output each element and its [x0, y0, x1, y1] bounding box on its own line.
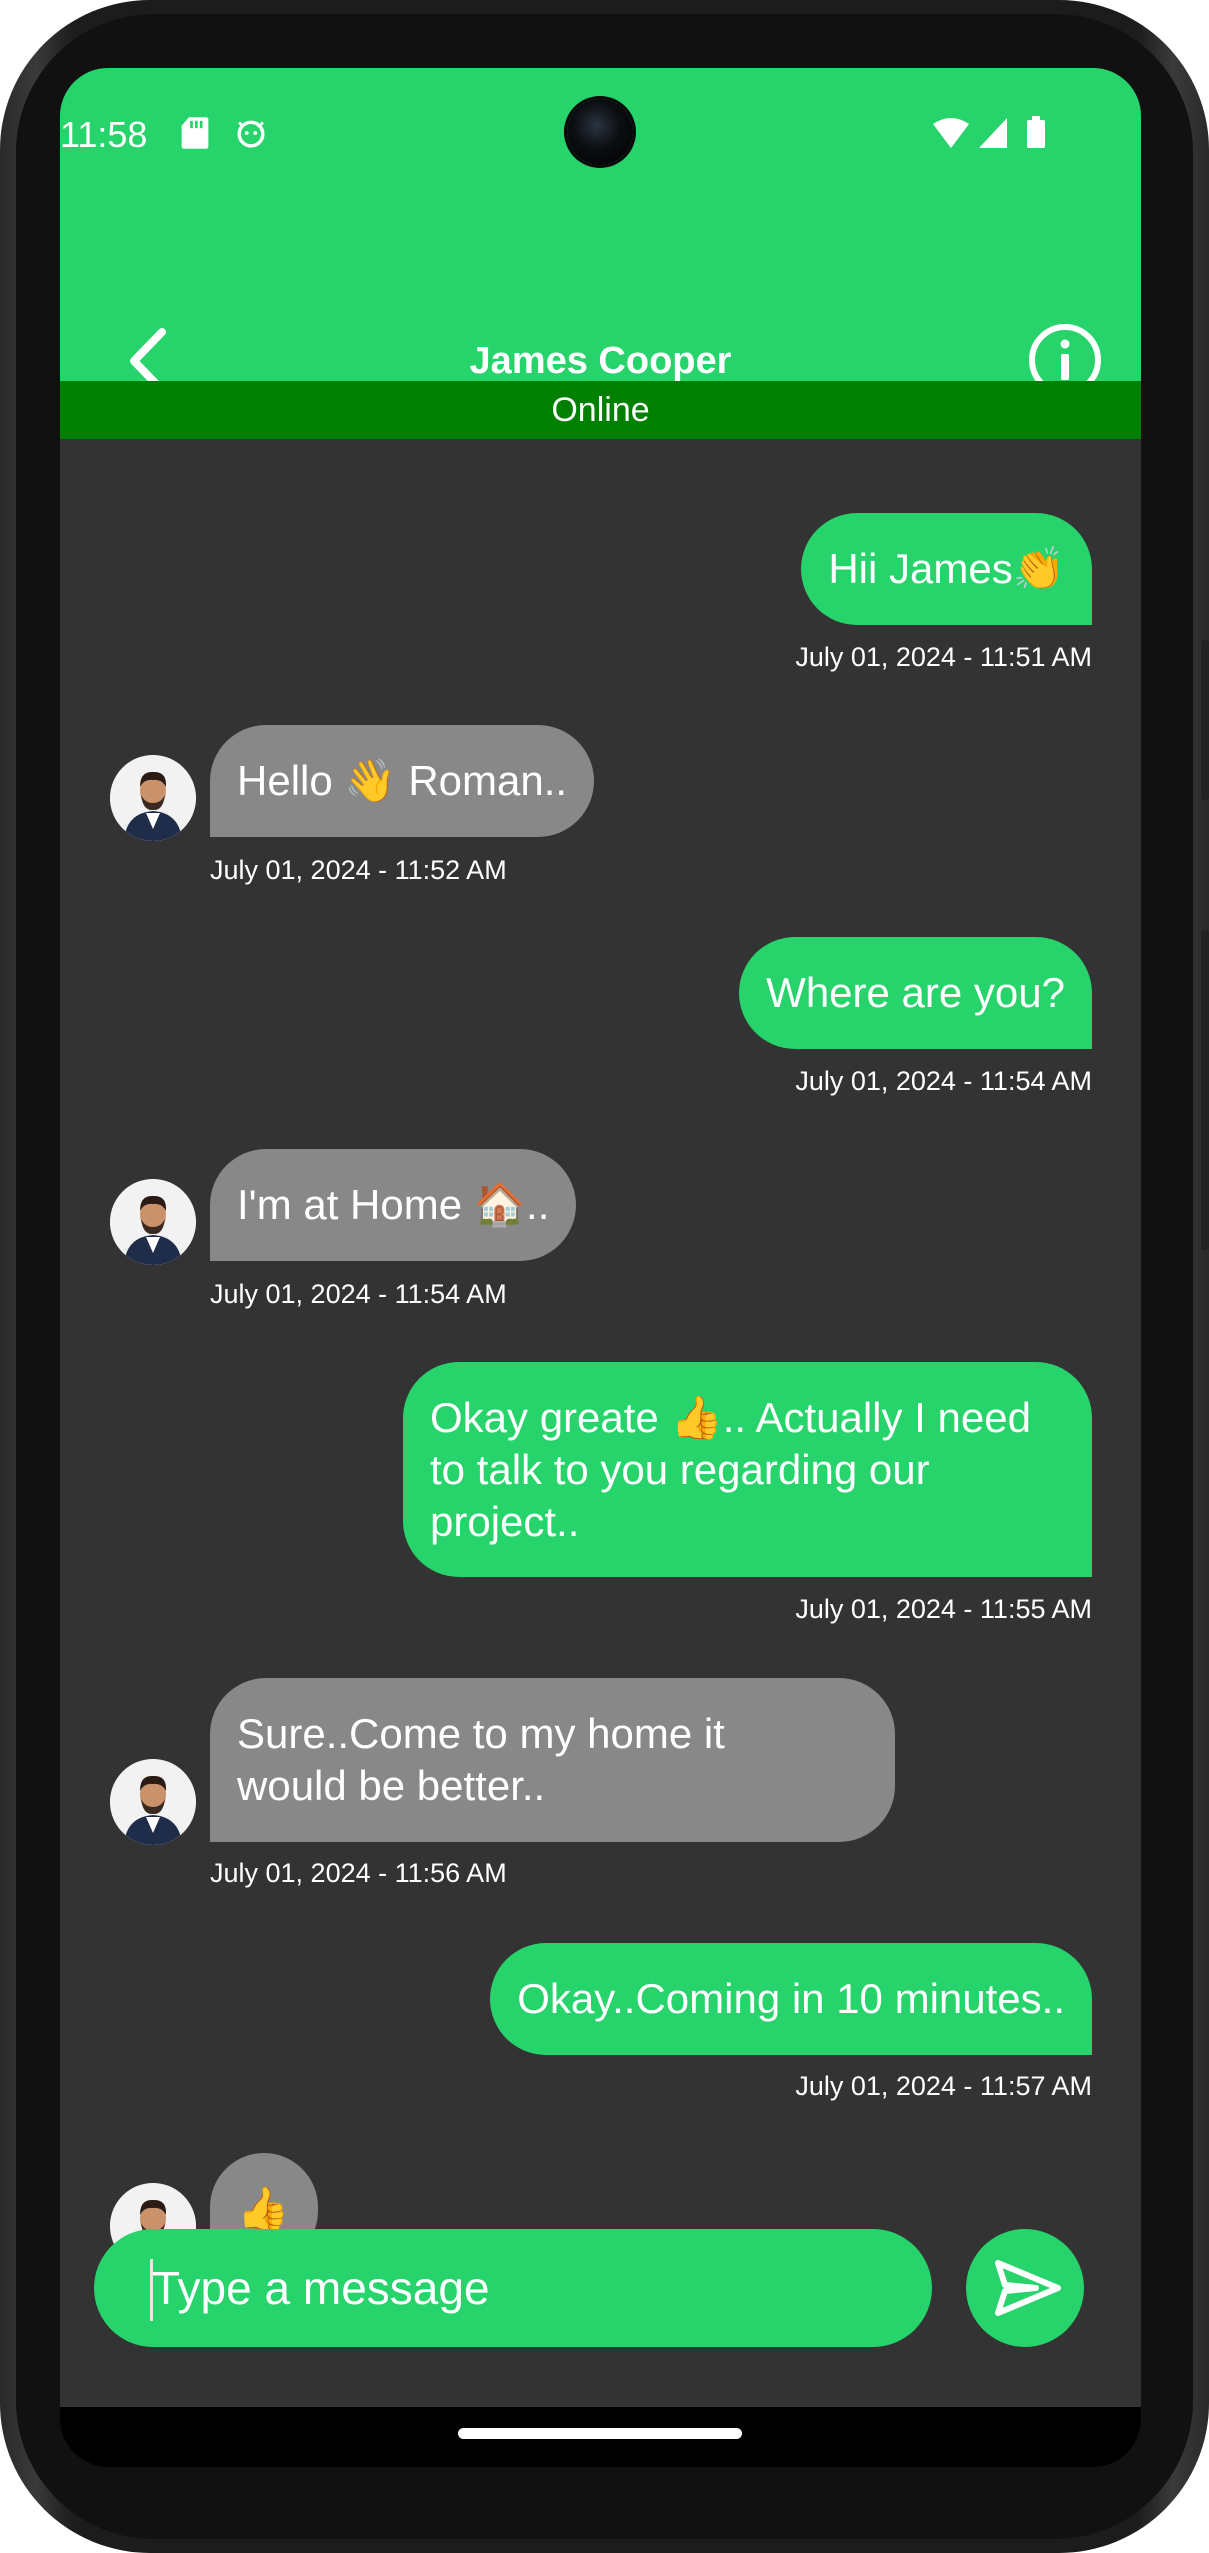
home-indicator[interactable]	[458, 2428, 742, 2439]
message-input[interactable]	[152, 2261, 892, 2315]
message-timestamp: July 01, 2024 - 11:51 AM	[795, 642, 1092, 672]
message-timestamp: July 01, 2024 - 11:54 AM	[210, 1279, 507, 1309]
phone-frame: 11:58 James Cooper Online Hii James👏 Jul…	[0, 0, 1209, 2553]
app-header: 11:58 James Cooper	[60, 68, 1141, 396]
message-timestamp: July 01, 2024 - 11:57 AM	[795, 2071, 1092, 2101]
android-icon	[237, 120, 265, 148]
message-timestamp: July 01, 2024 - 11:52 AM	[210, 855, 507, 885]
status-time: 11:58	[60, 114, 148, 155]
page-title: James Cooper	[469, 340, 732, 382]
received-message-text: Sure..Come to my home it would be better…	[237, 1710, 725, 1809]
avatar[interactable]	[110, 755, 196, 841]
front-camera	[567, 99, 633, 165]
status-right-icons	[931, 116, 1071, 150]
chat-list[interactable]: Hii James👏 July 01, 2024 - 11:51 AM Hell…	[60, 439, 1141, 2269]
received-message[interactable]: Sure..Come to my home it would be better…	[210, 1678, 895, 1842]
send-icon	[995, 2260, 1061, 2316]
received-message[interactable]: Hello 👋 Roman..	[210, 725, 595, 837]
power-button	[1201, 640, 1209, 800]
volume-button	[1201, 930, 1209, 1250]
avatar-person-icon	[110, 1179, 196, 1265]
sent-message[interactable]: Okay greate 👍.. Actually I need to talk …	[403, 1362, 1092, 1577]
message-timestamp: July 01, 2024 - 11:54 AM	[795, 1066, 1092, 1096]
screen: 11:58 James Cooper Online Hii James👏 Jul…	[60, 68, 1141, 2467]
avatar[interactable]	[110, 1759, 196, 1845]
battery-icon	[1027, 116, 1045, 148]
title-bar: James Cooper	[60, 268, 1141, 396]
message-timestamp: July 01, 2024 - 11:55 AM	[795, 1594, 1092, 1624]
message-composer	[60, 2229, 1141, 2379]
message-timestamp: July 01, 2024 - 11:56 AM	[210, 1858, 507, 1888]
sent-message[interactable]: Okay..Coming in 10 minutes..	[490, 1943, 1092, 2055]
message-input-container[interactable]	[94, 2229, 932, 2347]
online-status-bar: Online	[60, 381, 1141, 439]
status-bar: 11:58	[60, 68, 1141, 198]
sent-message[interactable]: Hii James👏	[801, 513, 1092, 625]
avatar-person-icon	[110, 1759, 196, 1845]
avatar[interactable]	[110, 1179, 196, 1265]
send-button[interactable]	[966, 2229, 1084, 2347]
sent-message[interactable]: Where are you?	[739, 937, 1092, 1049]
cell-signal-icon	[979, 118, 1007, 148]
received-message[interactable]: I'm at Home 🏠..	[210, 1149, 577, 1261]
system-nav-bar	[60, 2407, 1141, 2467]
avatar-person-icon	[110, 755, 196, 841]
wifi-icon	[933, 118, 969, 148]
sd-card-icon	[181, 117, 209, 149]
